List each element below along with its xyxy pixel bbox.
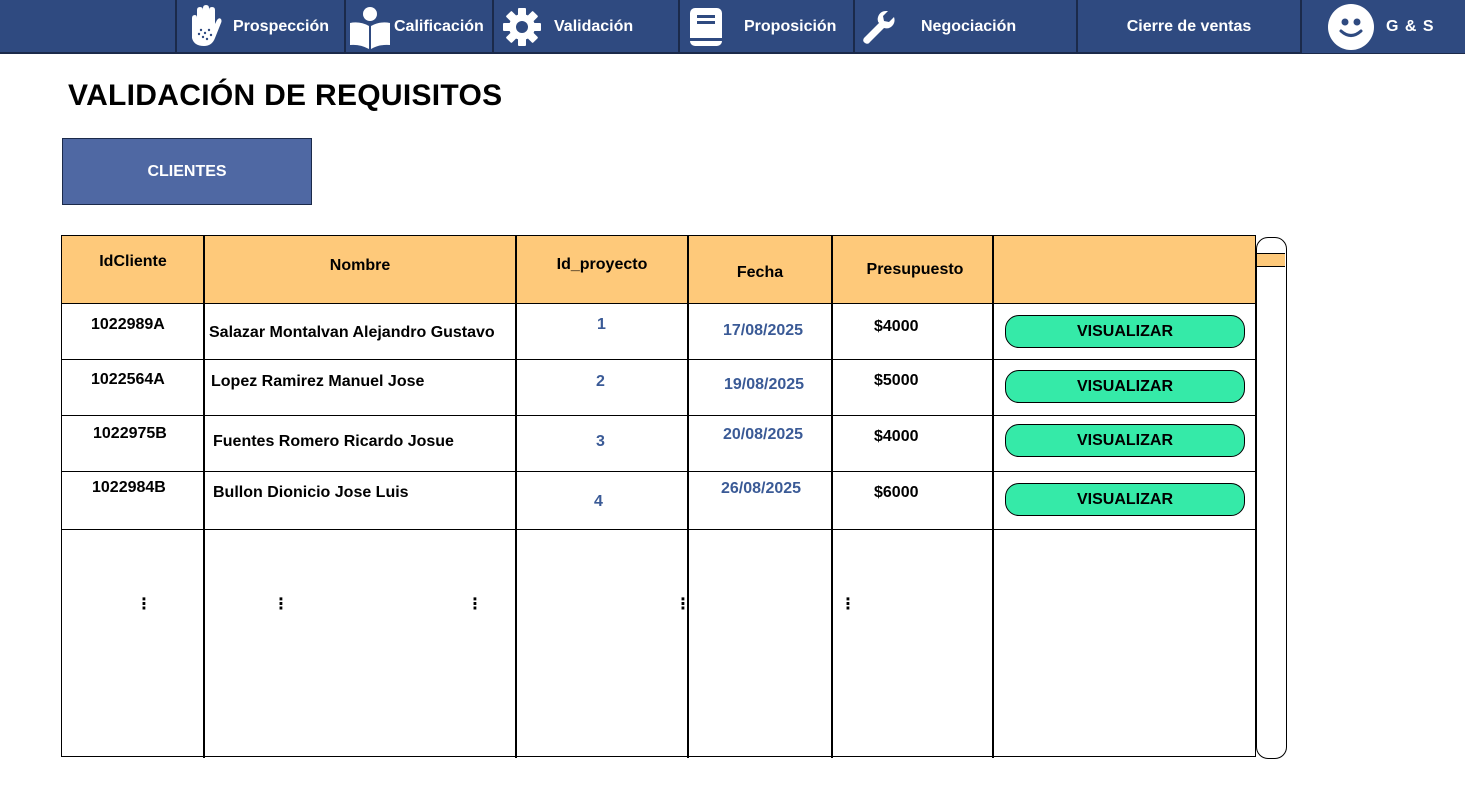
cell-id-proyecto: 3 xyxy=(596,433,605,450)
hand-icon xyxy=(185,4,225,50)
nav-label: Proposición xyxy=(744,17,837,35)
visualizar-button[interactable]: VISUALIZAR xyxy=(1005,424,1245,457)
table-row: 1022984B Bullon Dionicio Jose Luis 4 26/… xyxy=(62,472,1255,530)
table-scrollbar[interactable] xyxy=(1256,237,1287,759)
nav-label: Cierre de ventas xyxy=(1126,17,1252,35)
visualizar-button[interactable]: VISUALIZAR xyxy=(1005,315,1245,348)
table-row: 1022975B Fuentes Romero Ricardo Josue 3 … xyxy=(62,416,1255,472)
table-header: IdCliente Nombre Id_proyecto Fecha Presu… xyxy=(62,236,1255,304)
cell-nombre: Lopez Ramirez Manuel Jose xyxy=(211,373,425,390)
header-nombre: Nombre xyxy=(329,257,391,274)
cell-idcliente: 1022975B xyxy=(93,425,167,442)
nav-item-negociacion[interactable]: Negociación xyxy=(853,0,1076,53)
visualizar-button[interactable]: VISUALIZAR xyxy=(1005,483,1245,516)
cell-nombre: Salazar Montalvan Alejandro Gustavo xyxy=(209,324,495,341)
page-title: VALIDACIÓN DE REQUISITOS xyxy=(68,79,503,112)
cell-presupuesto: $4000 xyxy=(874,318,919,335)
header-presupuesto: Presupuesto xyxy=(866,261,964,278)
cell-fecha: 17/08/2025 xyxy=(723,322,804,339)
cell-idcliente: 1022564A xyxy=(91,371,165,388)
book-icon xyxy=(686,4,726,50)
nav-label: Prospección xyxy=(233,17,330,35)
smiley-face-icon[interactable] xyxy=(1328,3,1374,50)
cell-presupuesto: $5000 xyxy=(874,372,919,389)
brand-name: G & S xyxy=(1386,17,1435,35)
nav-label: Negociación xyxy=(921,17,1017,35)
gear-icon xyxy=(502,4,542,50)
header-id-proyecto: Id_proyecto xyxy=(556,256,648,273)
more-rows-indicator: ⋮ xyxy=(136,596,152,613)
cell-nombre: Bullon Dionicio Jose Luis xyxy=(213,484,409,501)
cell-presupuesto: $4000 xyxy=(874,428,919,445)
clients-table: IdCliente Nombre Id_proyecto Fecha Presu… xyxy=(61,235,1256,758)
nav-item-cierre-de-ventas[interactable]: Cierre de ventas xyxy=(1076,0,1300,53)
table-row: 1022989A Salazar Montalvan Alejandro Gus… xyxy=(62,304,1255,360)
top-navigation: Prospección Calificación Validación Prop… xyxy=(0,0,1465,54)
table-row: 1022564A Lopez Ramirez Manuel Jose 2 19/… xyxy=(62,360,1255,416)
cell-id-proyecto: 1 xyxy=(597,316,606,333)
header-fecha: Fecha xyxy=(736,264,784,281)
more-rows-indicator: ⋮ xyxy=(273,596,289,613)
more-rows-indicator: ⋮ xyxy=(840,596,856,613)
more-rows-indicator: ⋮ xyxy=(675,596,691,613)
tab-clientes[interactable]: CLIENTES xyxy=(62,138,312,205)
cell-fecha: 20/08/2025 xyxy=(723,426,804,443)
header-idcliente: IdCliente xyxy=(99,253,167,270)
nav-item-prospeccion[interactable]: Prospección xyxy=(175,0,344,53)
cell-idcliente: 1022989A xyxy=(91,316,165,333)
cell-nombre: Fuentes Romero Ricardo Josue xyxy=(213,433,454,450)
cell-id-proyecto: 2 xyxy=(596,373,605,390)
cell-idcliente: 1022984B xyxy=(92,479,166,496)
cell-fecha: 19/08/2025 xyxy=(724,376,805,393)
nav-item-validacion[interactable]: Validación xyxy=(492,0,678,53)
cell-fecha: 26/08/2025 xyxy=(721,480,802,497)
nav-item-calificacion[interactable]: Calificación xyxy=(344,0,492,53)
visualizar-button[interactable]: VISUALIZAR xyxy=(1005,370,1245,403)
scrollbar-thumb[interactable] xyxy=(1257,253,1285,267)
cell-presupuesto: $6000 xyxy=(874,484,919,501)
user-area[interactable]: G & S xyxy=(1300,0,1465,53)
more-rows-indicator: ⋮ xyxy=(467,596,483,613)
nav-label: Validación xyxy=(554,17,634,35)
cell-id-proyecto: 4 xyxy=(594,493,603,510)
wrench-icon xyxy=(859,4,899,50)
reader-icon xyxy=(348,4,392,50)
nav-label: Calificación xyxy=(394,17,484,35)
nav-item-proposicion[interactable]: Proposición xyxy=(678,0,853,53)
header-actions xyxy=(993,236,1255,304)
